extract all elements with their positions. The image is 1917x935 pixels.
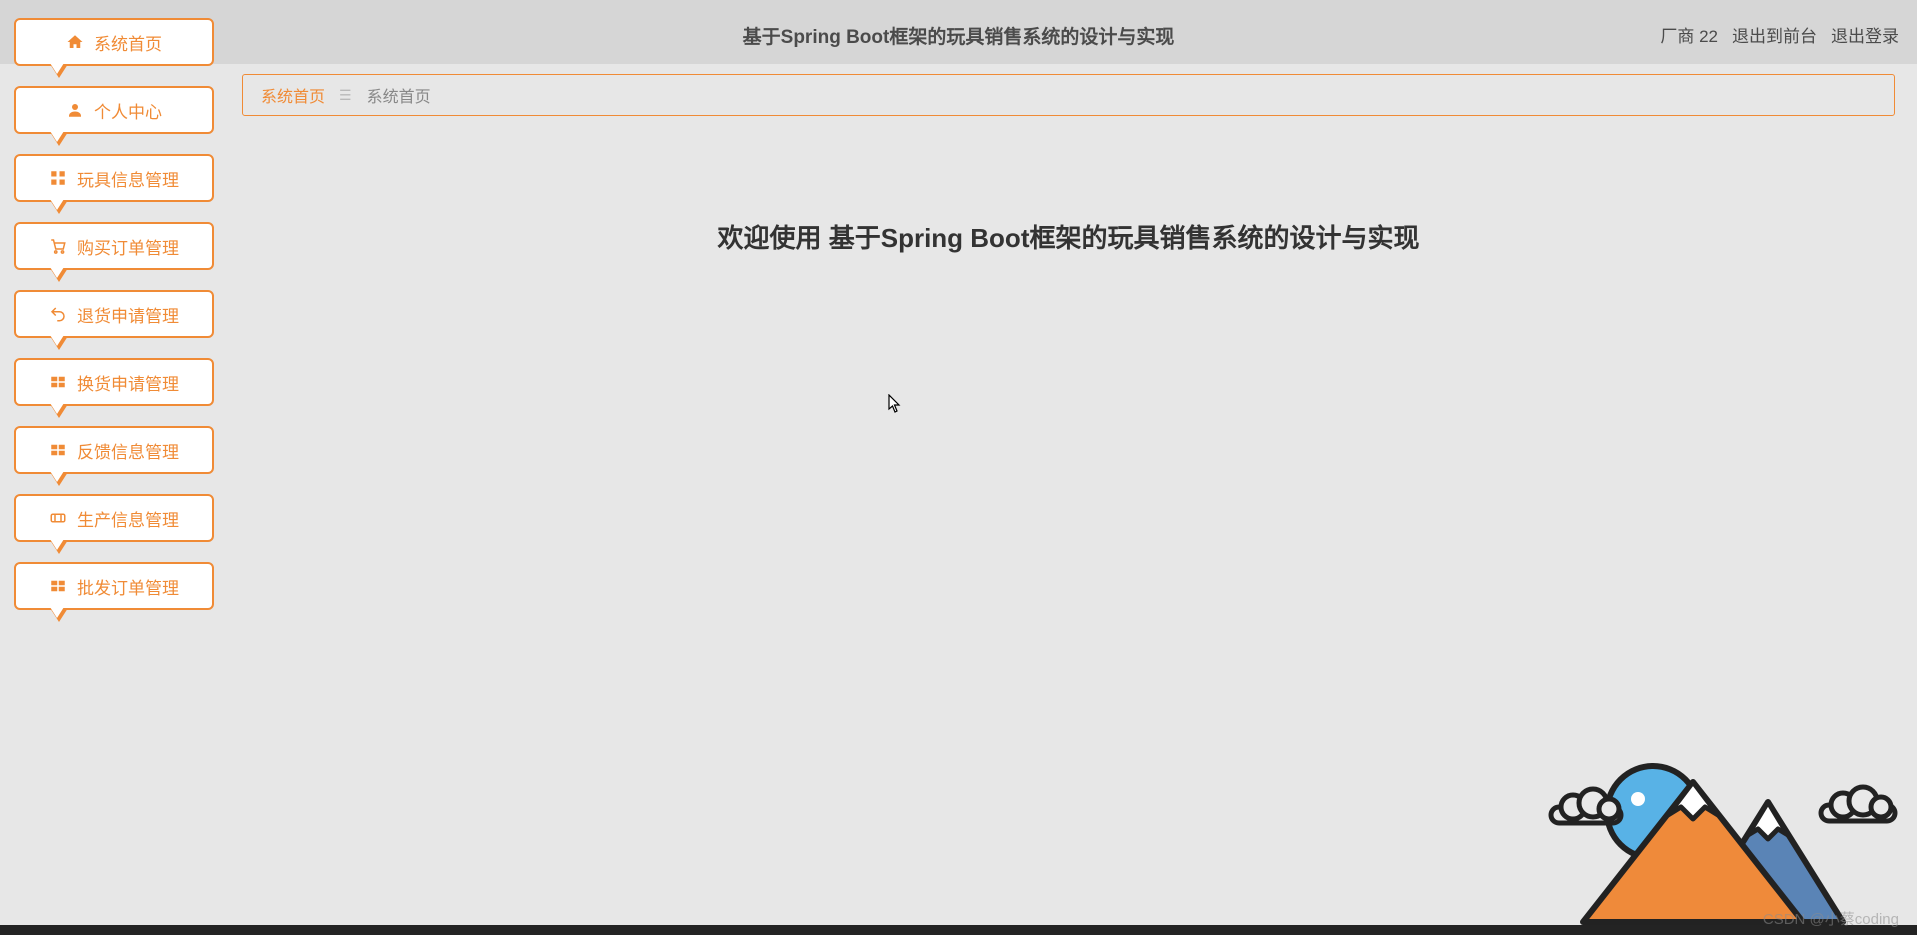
to-front-button[interactable]: 退出到前台 <box>1732 22 1817 47</box>
feedback-icon <box>49 441 67 459</box>
sidebar-item-label: 个人中心 <box>94 98 162 123</box>
breadcrumb-sep-icon: ☰ <box>339 87 353 104</box>
breadcrumb-root[interactable]: 系统首页 <box>261 83 325 107</box>
sidebar-item-label: 系统首页 <box>94 30 162 55</box>
grid-icon <box>49 169 67 187</box>
welcome-heading: 欢迎使用 基于Spring Boot框架的玩具销售系统的设计与实现 <box>718 218 1420 917</box>
ticket-icon <box>49 509 67 527</box>
return-icon <box>49 305 67 323</box>
logout-button[interactable]: 退出登录 <box>1831 22 1899 47</box>
sidebar-item-exchange-requests[interactable]: 换货申请管理 <box>14 358 214 406</box>
sidebar-item-return-requests[interactable]: 退货申请管理 <box>14 290 214 338</box>
home-icon <box>66 33 84 51</box>
topbar-user-area: 厂商 22 退出到前台 退出登录 <box>1660 22 1899 47</box>
user-icon <box>66 101 84 119</box>
sidebar-item-label: 玩具信息管理 <box>77 166 179 191</box>
sidebar-item-label: 生产信息管理 <box>77 506 179 531</box>
sidebar-item-production[interactable]: 生产信息管理 <box>14 494 214 542</box>
sidebar-item-purchase-orders[interactable]: 购买订单管理 <box>14 222 214 270</box>
sidebar-item-label: 换货申请管理 <box>77 370 179 395</box>
exchange-icon <box>49 373 67 391</box>
sidebar-item-label: 购买订单管理 <box>77 234 179 259</box>
sidebar: 系统首页 个人中心 玩具信息管理 购买订单管理 退货申请管理 换货申请管理 <box>0 0 228 630</box>
topbar: 基于Spring Boot框架的玩具销售系统的设计与实现 厂商 22 退出到前台… <box>0 0 1917 64</box>
wholesale-icon <box>49 577 67 595</box>
sidebar-item-label: 反馈信息管理 <box>77 438 179 463</box>
watermark: CSDN @小蔡coding <box>1763 908 1899 929</box>
sidebar-item-toy-info[interactable]: 玩具信息管理 <box>14 154 214 202</box>
sidebar-item-wholesale-orders[interactable]: 批发订单管理 <box>14 562 214 610</box>
page-title: 基于Spring Boot框架的玩具销售系统的设计与实现 <box>743 22 1175 49</box>
breadcrumb: 系统首页 ☰ 系统首页 <box>242 74 1895 116</box>
cart-icon <box>49 237 67 255</box>
user-label[interactable]: 厂商 22 <box>1660 22 1718 47</box>
sidebar-item-label: 退货申请管理 <box>77 302 179 327</box>
breadcrumb-current: 系统首页 <box>367 83 431 107</box>
main-content: 欢迎使用 基于Spring Boot框架的玩具销售系统的设计与实现 <box>242 130 1895 917</box>
sidebar-item-label: 批发订单管理 <box>77 574 179 599</box>
sidebar-item-home[interactable]: 系统首页 <box>14 18 214 66</box>
sidebar-item-feedback[interactable]: 反馈信息管理 <box>14 426 214 474</box>
sidebar-item-profile[interactable]: 个人中心 <box>14 86 214 134</box>
bottom-border <box>0 925 1917 935</box>
